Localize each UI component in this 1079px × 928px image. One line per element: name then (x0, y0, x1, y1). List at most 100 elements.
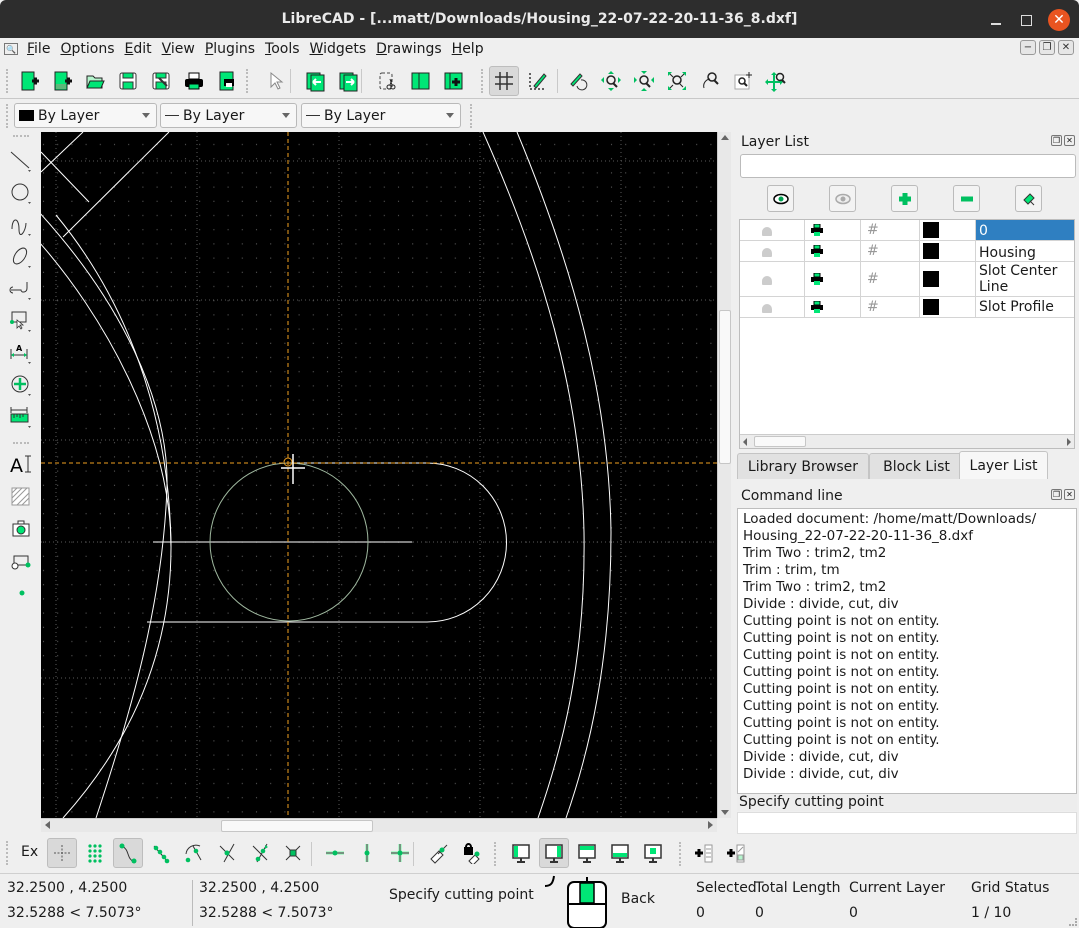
layer-color-swatch[interactable] (923, 271, 939, 287)
undo-button[interactable] (300, 66, 330, 96)
new-from-template-button[interactable] (47, 66, 77, 96)
zoom-previous-button[interactable] (695, 66, 725, 96)
paste-button[interactable] (438, 66, 468, 96)
zoom-pan-button[interactable] (761, 66, 791, 96)
drawing-svg[interactable] (41, 132, 717, 818)
polyline-tool-button[interactable] (8, 276, 34, 302)
menu-tools[interactable]: Tools (260, 41, 305, 57)
redo-button[interactable] (333, 66, 363, 96)
zoom-window-button[interactable] (728, 66, 758, 96)
toolbar-grip[interactable] (246, 69, 250, 93)
lock-icon[interactable] (762, 248, 772, 257)
relative-zero-button[interactable] (424, 838, 454, 868)
add-block-list-button[interactable] (721, 838, 751, 868)
open-button[interactable] (80, 66, 110, 96)
dimension-tool-button[interactable]: A (8, 340, 34, 366)
zoom-out-button[interactable] (629, 66, 659, 96)
layer-filter-input[interactable] (740, 154, 1076, 178)
toolbar-grip[interactable] (6, 841, 10, 865)
copy-button[interactable] (405, 66, 435, 96)
scroll-down-icon[interactable] (721, 810, 729, 815)
scroll-right-icon[interactable] (1067, 438, 1071, 446)
minimize-button[interactable] (985, 9, 1007, 31)
toolbar-grip[interactable] (481, 69, 485, 93)
draft-button[interactable] (522, 66, 552, 96)
float-dock-icon[interactable]: ❐ (1051, 135, 1062, 146)
construction-icon[interactable]: # (867, 299, 879, 315)
zoom-in-button[interactable] (596, 66, 626, 96)
drawing-canvas[interactable] (41, 132, 717, 818)
layer-name[interactable]: Slot Center Line (976, 262, 1074, 296)
layer-color-swatch[interactable] (923, 243, 939, 259)
mdi-close-button[interactable]: ✕ (1058, 40, 1074, 55)
lock-relative-zero-button[interactable] (458, 838, 488, 868)
modify-tool-button[interactable] (8, 372, 34, 398)
hide-all-layers-button[interactable] (829, 185, 856, 212)
view-layout-2-button[interactable] (539, 838, 569, 868)
color-select[interactable]: By Layer (14, 103, 157, 128)
snap-distance-button[interactable] (245, 838, 275, 868)
edit-layer-button[interactable] (1015, 185, 1042, 212)
document-icon[interactable]: 🔍 (4, 43, 18, 55)
snap-center-button[interactable] (179, 838, 209, 868)
exclusive-snap-label[interactable]: Ex (21, 844, 38, 860)
view-layout-5-button[interactable] (638, 838, 668, 868)
mdi-restore-button[interactable]: ❐ (1039, 40, 1055, 55)
add-layer-list-button[interactable] (689, 838, 719, 868)
new-button[interactable] (14, 66, 44, 96)
maximize-button[interactable] (1015, 9, 1037, 31)
print-preview-button[interactable] (212, 66, 242, 96)
lock-icon[interactable] (762, 304, 772, 313)
menu-widgets[interactable]: Widgets (305, 41, 372, 57)
grid-button[interactable] (489, 66, 519, 96)
redraw-button[interactable] (563, 66, 593, 96)
menu-view[interactable]: View (157, 41, 200, 57)
tab-library-browser[interactable]: Library Browser (737, 453, 869, 479)
snap-free-button[interactable] (47, 838, 77, 868)
menu-options[interactable]: Options (55, 41, 119, 57)
layer-name[interactable]: Housing (976, 241, 1074, 261)
scroll-right-icon[interactable] (708, 821, 713, 829)
restrict-orthogonal-button[interactable] (385, 838, 415, 868)
snap-grid-button[interactable] (80, 838, 110, 868)
close-button[interactable]: ✕ (1048, 9, 1070, 31)
snap-middle-button[interactable] (212, 838, 242, 868)
layer-row[interactable]: # Slot Center Line (740, 262, 1074, 297)
vertical-scroll-thumb[interactable] (719, 310, 731, 464)
cut-button[interactable] (372, 66, 402, 96)
tab-layer-list[interactable]: Layer List (959, 451, 1048, 479)
save-button[interactable] (113, 66, 143, 96)
info-tool-button[interactable] (8, 404, 34, 430)
toolbar-grip[interactable] (6, 104, 10, 128)
layer-color-swatch[interactable] (923, 222, 939, 238)
layer-row[interactable]: # 0 (740, 220, 1074, 241)
layer-color-swatch[interactable] (923, 299, 939, 315)
view-layout-1-button[interactable] (506, 838, 536, 868)
point-tool-button[interactable] (8, 580, 34, 606)
select-pointer-button[interactable] (260, 66, 290, 96)
layer-row[interactable]: # Slot Profile (740, 297, 1074, 318)
canvas-horizontal-scrollbar[interactable] (41, 818, 717, 832)
save-as-button[interactable] (146, 66, 176, 96)
line-tool-button[interactable] (8, 148, 34, 174)
curve-tool-button[interactable] (8, 212, 34, 238)
layer-name[interactable]: 0 (976, 220, 1074, 240)
restrict-vertical-button[interactable] (352, 838, 382, 868)
canvas-vertical-scrollbar[interactable] (717, 132, 731, 818)
toolbar-grip[interactable] (6, 69, 10, 93)
block-tool-button[interactable] (8, 548, 34, 574)
scroll-left-icon[interactable] (45, 821, 50, 829)
snap-endpoint-button[interactable] (113, 838, 143, 868)
construction-icon[interactable]: # (867, 271, 879, 287)
remove-layer-button[interactable] (953, 185, 980, 212)
snap-intersection-button[interactable] (278, 838, 308, 868)
text-tool-button[interactable]: A (8, 452, 34, 478)
command-input[interactable] (737, 812, 1077, 834)
printer-icon[interactable] (811, 273, 823, 285)
scroll-left-icon[interactable] (743, 438, 747, 446)
print-button[interactable] (179, 66, 209, 96)
view-layout-4-button[interactable] (605, 838, 635, 868)
layer-table-hscrollbar[interactable] (740, 434, 1074, 448)
tab-block-list[interactable]: Block List (869, 453, 964, 479)
printer-icon[interactable] (811, 224, 823, 236)
